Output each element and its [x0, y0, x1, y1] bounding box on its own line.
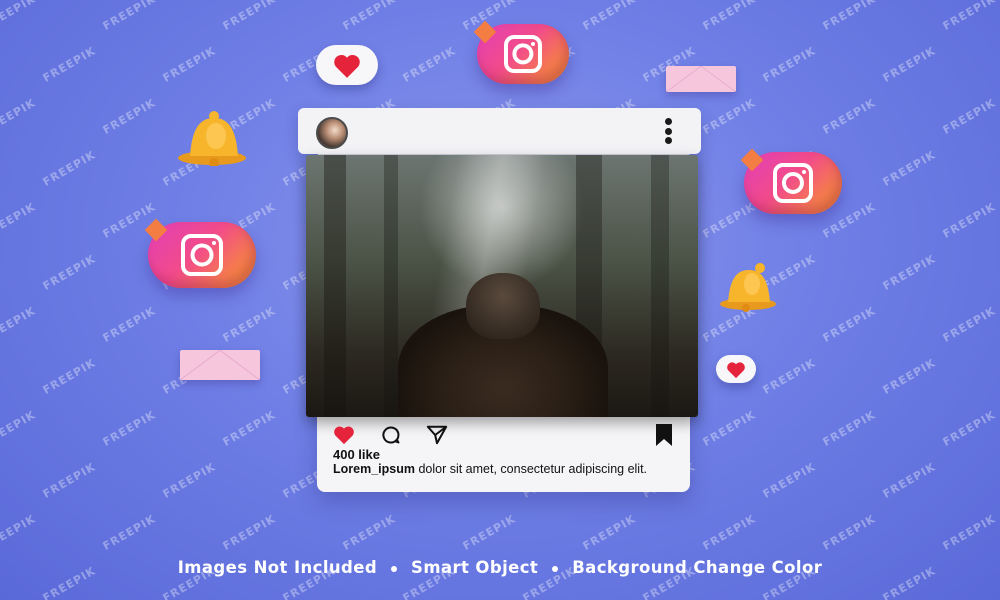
watermark-text: FREEPIK [160, 460, 219, 501]
send-icon[interactable] [425, 424, 449, 446]
watermark-text: FREEPIK [940, 304, 999, 345]
post-caption: Lorem_ipsum dolor sit amet, consectetur … [333, 462, 678, 477]
instagram-bubble-icon [744, 152, 842, 214]
watermark-text: FREEPIK [880, 44, 939, 85]
watermark-text: FREEPIK [0, 512, 39, 553]
watermark-text: FREEPIK [40, 460, 99, 501]
watermark-text: FREEPIK [40, 148, 99, 189]
watermark-text: FREEPIK [820, 304, 879, 345]
heart-bubble-icon [716, 355, 756, 383]
watermark-text: FREEPIK [400, 44, 459, 85]
bell-icon [716, 260, 782, 312]
watermark-text: FREEPIK [700, 408, 759, 449]
watermark-text: FREEPIK [220, 512, 279, 553]
instagram-bubble-icon [477, 24, 569, 84]
watermark-text: FREEPIK [0, 96, 39, 137]
avatar[interactable] [316, 117, 348, 149]
post-actions [333, 423, 673, 447]
watermark-text: FREEPIK [160, 44, 219, 85]
comment-icon[interactable] [381, 425, 401, 445]
watermark-text: FREEPIK [40, 44, 99, 85]
watermark-text: FREEPIK [460, 512, 519, 553]
instagram-bubble-icon [148, 222, 256, 288]
watermark-text: FREEPIK [40, 252, 99, 293]
watermark-text: FREEPIK [880, 148, 939, 189]
watermark-text: FREEPIK [700, 0, 759, 33]
watermark-text: FREEPIK [880, 356, 939, 397]
watermark-text: FREEPIK [880, 460, 939, 501]
watermark-text: FREEPIK [760, 356, 819, 397]
watermark-text: FREEPIK [0, 200, 39, 241]
post-header [298, 108, 701, 154]
feature-footer: Images Not Included Smart Object Backgroun… [0, 558, 1000, 577]
watermark-text: FREEPIK [100, 408, 159, 449]
watermark-text: FREEPIK [0, 0, 39, 33]
watermark-text: FREEPIK [40, 356, 99, 397]
caption-text: dolor sit amet, consectetur adipiscing e… [414, 462, 648, 476]
watermark-text: FREEPIK [880, 252, 939, 293]
watermark-text: FREEPIK [820, 408, 879, 449]
watermark-text: FREEPIK [700, 512, 759, 553]
watermark-text: FREEPIK [100, 0, 159, 33]
watermark-text: FREEPIK [700, 96, 759, 137]
footer-item: Background Change Color [572, 558, 823, 577]
watermark-text: FREEPIK [100, 512, 159, 553]
watermark-text: FREEPIK [580, 0, 639, 33]
watermark-text: FREEPIK [220, 304, 279, 345]
watermark-text: FREEPIK [940, 96, 999, 137]
caption-username[interactable]: Lorem_ipsum [333, 462, 415, 476]
heart-bubble-icon [316, 45, 378, 85]
watermark-text: FREEPIK [940, 408, 999, 449]
envelope-icon [180, 350, 260, 380]
watermark-text: FREEPIK [700, 200, 759, 241]
watermark-text: FREEPIK [760, 460, 819, 501]
watermark-text: FREEPIK [220, 408, 279, 449]
watermark-text: FREEPIK [940, 200, 999, 241]
watermark-text: FREEPIK [940, 0, 999, 33]
watermark-text: FREEPIK [940, 512, 999, 553]
person-head [466, 273, 540, 339]
watermark-text: FREEPIK [0, 408, 39, 449]
footer-item: Smart Object [411, 558, 539, 577]
bookmark-icon[interactable] [655, 423, 673, 447]
watermark-text: FREEPIK [340, 0, 399, 33]
watermark-text: FREEPIK [0, 304, 39, 345]
watermark-text: FREEPIK [100, 304, 159, 345]
bullet-icon [552, 565, 559, 572]
more-vertical-icon[interactable] [663, 118, 673, 144]
watermark-text: FREEPIK [340, 512, 399, 553]
watermark-text: FREEPIK [820, 512, 879, 553]
heart-icon[interactable] [333, 425, 355, 445]
likes-count: 400 like [333, 447, 380, 462]
watermark-text: FREEPIK [100, 96, 159, 137]
footer-item: Images Not Included [177, 558, 378, 577]
post-photo [306, 155, 698, 417]
watermark-text: FREEPIK [760, 44, 819, 85]
watermark-text: FREEPIK [580, 512, 639, 553]
watermark-text: FREEPIK [220, 0, 279, 33]
watermark-text: FREEPIK [820, 96, 879, 137]
bullet-icon [391, 565, 398, 572]
envelope-icon [666, 66, 736, 92]
watermark-text: FREEPIK [820, 0, 879, 33]
bell-icon [176, 108, 254, 166]
